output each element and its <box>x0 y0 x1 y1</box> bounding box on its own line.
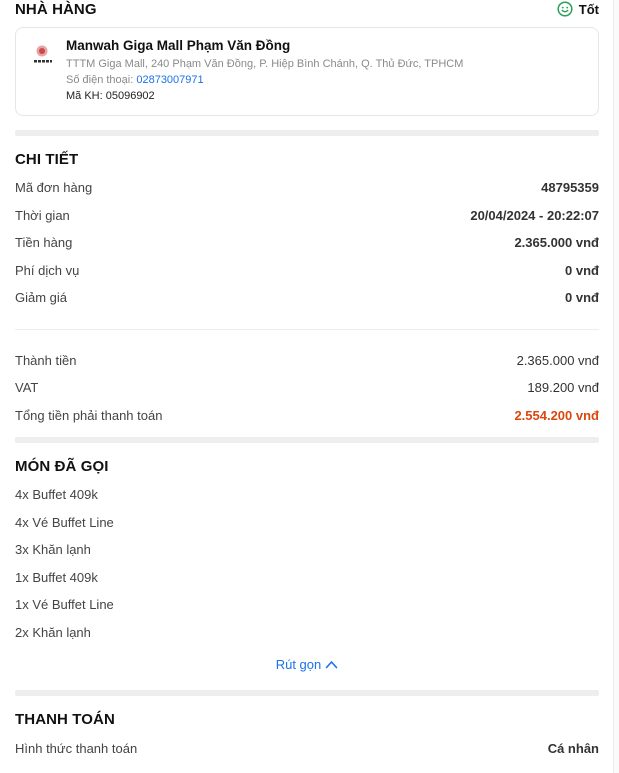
restaurant-logo <box>28 41 56 69</box>
content: NHÀ HÀNG Tốt Manwah Giga Mall Phạm Văn Đ… <box>15 0 599 763</box>
collapse-label: Rút gọn <box>275 656 322 672</box>
restaurant-info: Manwah Giga Mall Phạm Văn Đồng TTTM Giga… <box>66 38 463 104</box>
list-item: 1x Vé Buffet Line <box>15 597 114 613</box>
discount-row: Giảm giá 0 vnđ <box>15 284 599 312</box>
list-item: 3x Khăn lạnh <box>15 542 91 558</box>
total-value: 2.554.200 vnđ <box>514 407 599 423</box>
customer-code: Mã KH: 05096902 <box>66 90 155 102</box>
phone-link[interactable]: 02873007971 <box>136 74 203 86</box>
service-fee-row: Phí dịch vụ 0 vnđ <box>15 257 599 285</box>
details-divider <box>15 328 599 330</box>
collapse-button[interactable]: Rút gọn <box>15 652 599 676</box>
service-fee-value: 0 vnđ <box>565 262 599 278</box>
restaurant-card[interactable]: Manwah Giga Mall Phạm Văn Đồng TTTM Giga… <box>15 27 599 116</box>
row-label: Thành tiền <box>15 352 77 368</box>
row-label: Thời gian <box>15 207 70 223</box>
details-rows: Mã đơn hàng 48795359 Thời gian 20/04/202… <box>15 174 599 312</box>
total-row: Tổng tiền phải thanh toán 2.554.200 vnđ <box>15 402 599 430</box>
summary-rows: Thành tiền 2.365.000 vnđ VAT 189.200 vnđ… <box>15 347 599 430</box>
details-section-title: CHI TIẾT <box>15 151 79 168</box>
row-label: Tổng tiền phải thanh toán <box>15 407 163 423</box>
ordered-items: 4x Buffet 409k 4x Vé Buffet Line 3x Khăn… <box>15 481 599 646</box>
subtotal-value: 2.365.000 vnđ <box>514 235 599 251</box>
row-label: VAT <box>15 380 39 396</box>
vat-row: VAT 189.200 vnđ <box>15 374 599 402</box>
phone-label: Số điện thoại: <box>66 74 134 86</box>
order-detail-page: NHÀ HÀNG Tốt Manwah Giga Mall Phạm Văn Đ… <box>0 0 619 773</box>
list-item: 4x Buffet 409k <box>15 487 98 503</box>
restaurant-section-title: NHÀ HÀNG <box>15 0 97 18</box>
vat-value: 189.200 vnđ <box>527 380 599 396</box>
rating: Tốt <box>557 1 599 17</box>
order-id-row: Mã đơn hàng 48795359 <box>15 174 599 202</box>
payment-method-value: Cá nhân <box>547 741 599 757</box>
section-divider <box>15 437 599 443</box>
scrollbar[interactable] <box>613 0 619 773</box>
payment-method-row: Hình thức thanh toán Cá nhân <box>15 735 599 763</box>
rating-label: Tốt <box>578 1 599 17</box>
discount-value: 0 vnđ <box>565 290 599 306</box>
time-value: 20/04/2024 - 20:22:07 <box>470 207 599 223</box>
payment-section-title: THANH TOÁN <box>15 711 115 728</box>
restaurant-logo-icon <box>32 45 52 63</box>
row-label: Giảm giá <box>15 290 68 306</box>
list-item: 4x Vé Buffet Line <box>15 514 114 530</box>
time-row: Thời gian 20/04/2024 - 20:22:07 <box>15 202 599 230</box>
section-divider <box>15 130 599 136</box>
restaurant-address: TTTM Giga Mall, 240 Phạm Văn Đồng, P. Hi… <box>66 58 464 70</box>
row-label: Mã đơn hàng <box>15 180 93 196</box>
list-item: 2x Khăn lạnh <box>15 624 91 640</box>
section-divider <box>15 690 599 696</box>
ordered-section-title: MÓN ĐÃ GỌI <box>15 458 109 475</box>
list-item: 1x Buffet 409k <box>15 569 98 585</box>
payment-method-label: Hình thức thanh toán <box>15 741 138 757</box>
restaurant-phone-row: Số điện thoại: 02873007971 <box>66 72 463 88</box>
row-label: Tiền hàng <box>15 235 73 251</box>
amount-value: 2.365.000 vnđ <box>516 352 599 368</box>
smile-icon <box>557 1 573 17</box>
order-id-value: 48795359 <box>541 180 599 196</box>
restaurant-name: Manwah Giga Mall Phạm Văn Đồng <box>66 38 291 53</box>
subtotal-row: Tiền hàng 2.365.000 vnđ <box>15 229 599 257</box>
row-label: Phí dịch vụ <box>15 262 80 278</box>
restaurant-header: NHÀ HÀNG Tốt <box>15 0 599 20</box>
chevron-up-icon <box>325 660 338 668</box>
amount-row: Thành tiền 2.365.000 vnđ <box>15 347 599 375</box>
